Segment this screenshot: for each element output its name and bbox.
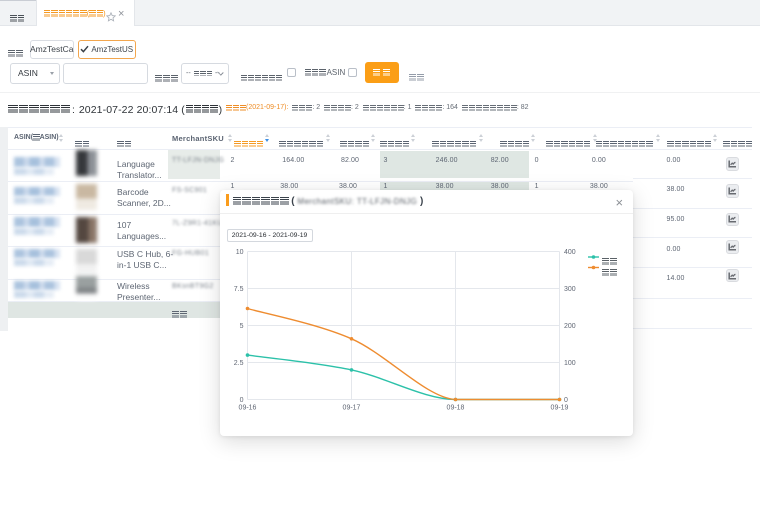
svg-text:400: 400 — [564, 249, 576, 256]
svg-text:5: 5 — [239, 323, 243, 330]
svg-text:200: 200 — [564, 323, 576, 330]
svg-text:10: 10 — [235, 249, 243, 256]
svg-text:09-19: 09-19 — [550, 404, 568, 411]
svg-text:09-17: 09-17 — [342, 404, 360, 411]
svg-text:09-18: 09-18 — [446, 404, 464, 411]
svg-text:09-16: 09-16 — [238, 404, 256, 411]
svg-text:7.5: 7.5 — [233, 286, 243, 293]
svg-text:2.5: 2.5 — [233, 360, 243, 367]
svg-text:300: 300 — [564, 286, 576, 293]
svg-text:100: 100 — [564, 360, 576, 367]
svg-text:0: 0 — [239, 397, 243, 404]
svg-text:0: 0 — [564, 397, 568, 404]
